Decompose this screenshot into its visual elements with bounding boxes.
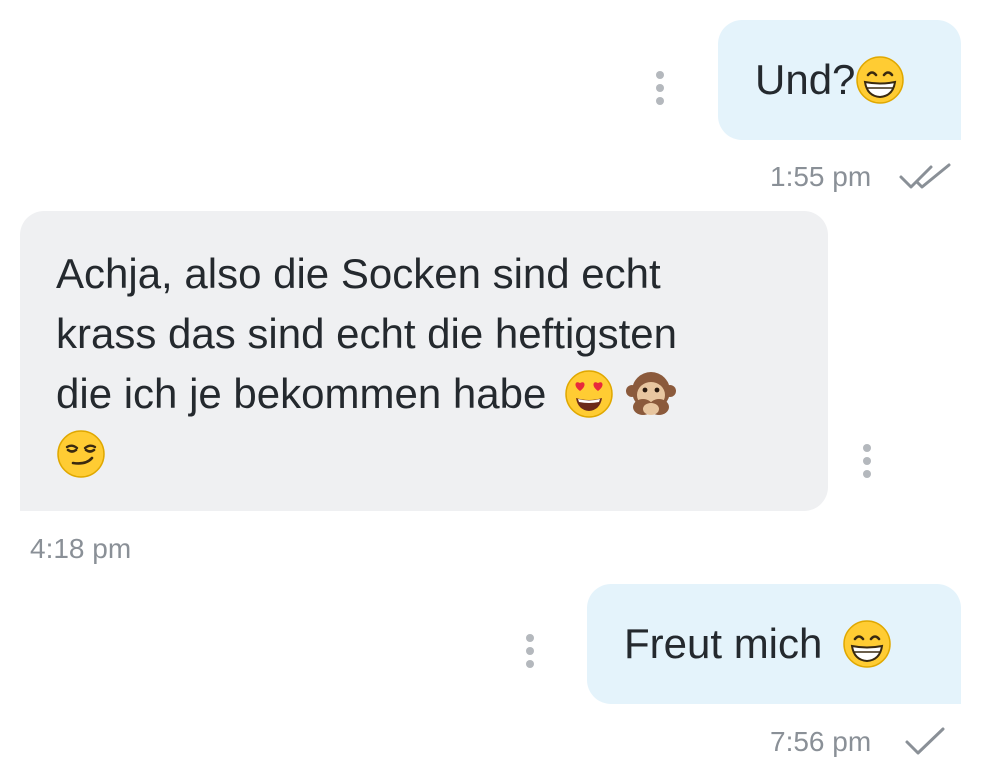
heart-eyes-face-emoji-icon <box>564 369 614 419</box>
dot <box>863 444 871 452</box>
outgoing-message-bubble[interactable]: Freut mich <box>587 584 961 704</box>
dot <box>526 634 534 642</box>
message-options-menu[interactable] <box>862 444 872 478</box>
dot <box>526 647 534 655</box>
dot <box>526 660 534 668</box>
message-line-2: krass das sind echt die heftigsten <box>56 310 678 357</box>
dot <box>863 470 871 478</box>
see-no-evil-monkey-emoji-icon <box>625 369 676 419</box>
double-check-read-icon <box>899 163 951 189</box>
message-line-3: die ich je bekommen habe <box>56 370 547 417</box>
message-timestamp: 1:55 pm <box>770 161 872 192</box>
message-timestamp: 7:56 pm <box>770 726 872 757</box>
outgoing-message-bubble[interactable]: Und? <box>718 20 961 140</box>
message-text: Freut mich <box>624 620 823 667</box>
message-text: Und? <box>755 56 856 103</box>
message-timestamp: 4:18 pm <box>30 533 132 564</box>
single-check-sent-icon <box>905 727 945 755</box>
dot <box>656 71 664 79</box>
smirking-face-emoji-icon <box>56 429 106 479</box>
incoming-message-bubble[interactable]: Achja, also die Socken sind echt krass d… <box>20 211 828 511</box>
message-line-1: Achja, also die Socken sind echt <box>56 250 661 297</box>
message-options-menu[interactable] <box>655 71 665 105</box>
grinning-face-emoji-icon <box>842 619 892 669</box>
dot <box>656 97 664 105</box>
grinning-face-emoji-icon <box>855 55 905 105</box>
message-options-menu[interactable] <box>525 634 535 668</box>
dot <box>656 84 664 92</box>
dot <box>863 457 871 465</box>
